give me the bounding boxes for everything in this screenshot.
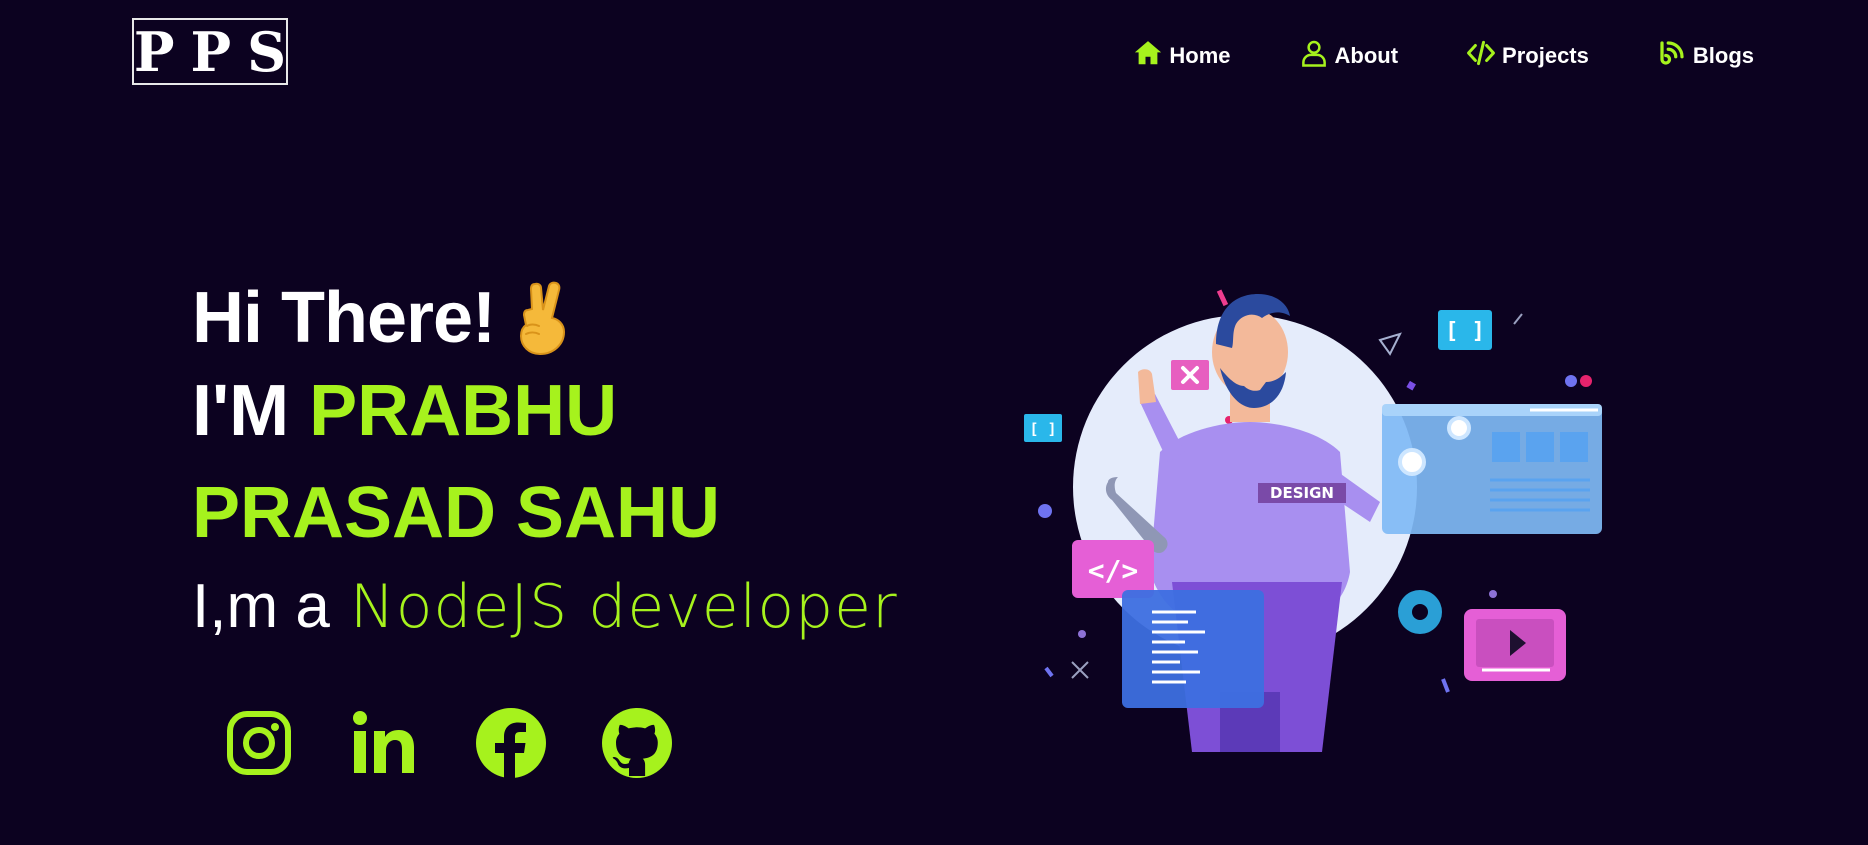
developer-illustration: [ ] [ ] DESIGN </> — [1020, 282, 1610, 752]
nav-item-label: Home — [1169, 43, 1231, 68]
page: PPS Home About Projects Blogs Hi There! … — [0, 0, 1868, 845]
name-line-2: PRASAD SAHU — [192, 473, 721, 553]
role-line: I,m a NodeJS developer — [192, 562, 898, 652]
main-nav: Home About Projects Blogs — [1133, 38, 1754, 74]
logo-text: PPS — [133, 19, 303, 84]
name-first: PRABHU — [309, 371, 618, 451]
github-link[interactable] — [600, 706, 674, 785]
code-icon — [1466, 38, 1496, 74]
github-icon — [600, 706, 674, 785]
svg-text:[ ]: [ ] — [1029, 420, 1056, 438]
nav-item-home[interactable]: Home — [1133, 38, 1231, 74]
svg-text:</>: </> — [1088, 554, 1139, 587]
name-prefix: I'M — [192, 371, 290, 451]
linkedin-icon — [348, 706, 422, 785]
name-line-1: I'M PRABHU — [192, 360, 898, 462]
role-prefix: I,m a — [192, 572, 330, 641]
svg-text:[ ]: [ ] — [1445, 319, 1485, 344]
nav-item-blogs[interactable]: Blogs — [1657, 38, 1754, 74]
facebook-link[interactable] — [474, 706, 548, 785]
linkedin-link[interactable] — [348, 708, 422, 782]
victory-hand-icon — [513, 278, 579, 358]
facebook-icon — [474, 706, 548, 785]
nav-item-label: About — [1334, 43, 1399, 68]
nav-item-about[interactable]: About — [1299, 38, 1399, 74]
user-icon — [1299, 38, 1329, 74]
instagram-icon — [222, 706, 296, 785]
role-typewriter: NodeJS developer — [349, 572, 898, 642]
nav-item-label: Projects — [1502, 43, 1589, 68]
home-icon — [1133, 38, 1163, 74]
nav-item-label: Blogs — [1692, 43, 1754, 68]
social-links — [222, 706, 674, 785]
logo[interactable]: PPS — [132, 18, 288, 85]
greeting-text: Hi There! — [192, 278, 496, 358]
greeting-line: Hi There! — [192, 276, 898, 360]
nav-item-projects[interactable]: Projects — [1466, 38, 1589, 74]
design-badge-text: DESIGN — [1270, 484, 1334, 502]
instagram-link[interactable] — [222, 708, 296, 782]
hero-section: Hi There! I'M PRABHU PRASAD SAHU I,m a No… — [192, 276, 898, 652]
rss-icon — [1657, 38, 1687, 74]
